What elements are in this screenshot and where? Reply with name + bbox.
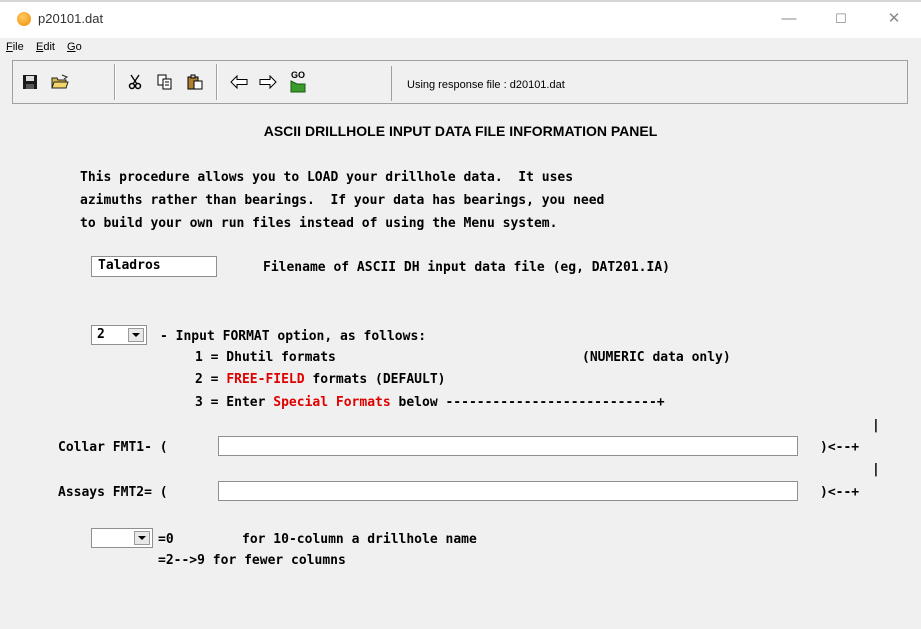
format-option-2: 2 = FREE-FIELD formats (DEFAULT)	[195, 372, 446, 387]
intro-line-3: to build your own run files instead of u…	[80, 216, 558, 231]
column-option-2: =2-->9 for fewer columns	[158, 553, 346, 568]
format-option-1: 1 = Dhutil formats	[195, 350, 336, 365]
format-option-1-note: (NUMERIC data only)	[582, 350, 731, 365]
cut-icon[interactable]	[126, 72, 146, 92]
toolbar-separator	[216, 64, 218, 100]
maximize-button[interactable]: ☐	[829, 8, 853, 30]
assays-fmt-arrow: )<--+	[820, 485, 860, 500]
connector-pipe: |	[872, 418, 880, 433]
forward-arrow-icon[interactable]	[258, 72, 278, 92]
format-heading: - Input FORMAT option, as follows:	[160, 329, 427, 344]
collar-fmt-arrow: )<--+	[820, 440, 860, 455]
save-icon[interactable]	[20, 72, 40, 92]
paste-icon[interactable]	[185, 72, 205, 92]
open-folder-icon[interactable]	[50, 72, 70, 92]
format-value: 2	[97, 327, 105, 342]
toolbar-separator	[114, 64, 116, 100]
menu-bar	[0, 38, 921, 58]
go-thumb-icon	[290, 80, 306, 93]
collar-fmt-label: Collar FMT1- (	[58, 440, 168, 455]
copy-icon[interactable]	[155, 72, 175, 92]
format-select[interactable]: 2	[91, 325, 147, 345]
column-option-eq: =0	[158, 532, 174, 547]
intro-line-2: azimuths rather than bearings. If your d…	[80, 193, 605, 208]
app-icon	[17, 12, 31, 26]
response-file-status: Using response file : d20101.dat	[407, 79, 565, 91]
menu-edit[interactable]: Edit	[36, 41, 55, 53]
menu-go[interactable]: Go	[67, 41, 82, 53]
assays-fmt-label: Assays FMT2= (	[58, 485, 168, 500]
format-option-3: 3 = Enter Special Formats below --------…	[195, 395, 665, 410]
column-option-1: for 10-column a drillhole name	[242, 532, 477, 547]
filename-label: Filename of ASCII DH input data file (eg…	[263, 260, 670, 275]
column-count-select[interactable]	[91, 528, 153, 548]
close-button[interactable]: ✕	[882, 8, 906, 30]
filename-value: Taladros	[98, 258, 161, 273]
collar-fmt-input[interactable]	[218, 436, 798, 456]
connector-pipe: |	[872, 462, 880, 477]
intro-line-1: This procedure allows you to LOAD your d…	[80, 170, 574, 185]
panel-title: ASCII DRILLHOLE INPUT DATA FILE INFORMAT…	[263, 123, 658, 139]
back-arrow-icon[interactable]	[229, 72, 249, 92]
chevron-down-icon[interactable]	[128, 328, 144, 342]
filename-input[interactable]: Taladros	[91, 256, 217, 277]
go-button[interactable]: GO	[287, 70, 309, 94]
menu-file[interactable]: File	[6, 41, 24, 53]
assays-fmt-input[interactable]	[218, 481, 798, 501]
window-top-border	[0, 0, 921, 2]
window-title: p20101.dat	[38, 11, 104, 26]
chevron-down-icon[interactable]	[134, 531, 150, 545]
minimize-button[interactable]: —	[777, 8, 801, 30]
go-label: GO	[290, 70, 305, 80]
